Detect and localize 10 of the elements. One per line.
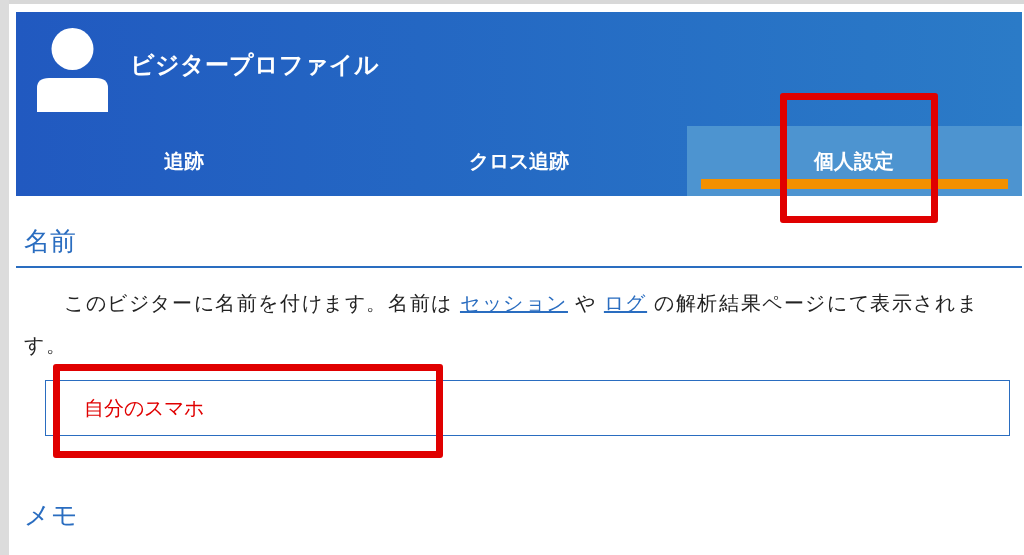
tab[interactable]: クロス追跡 xyxy=(351,126,687,196)
section-heading: メモ xyxy=(24,502,79,528)
tab[interactable]: 追跡 xyxy=(16,126,352,196)
section-heading: 名前 xyxy=(24,225,77,258)
tab[interactable]: 個人設定 xyxy=(686,126,1022,196)
description-text: このビジターに名前を付けます。名前は セッション や ログ の解析結果ページにて表示されます。 xyxy=(24,291,980,358)
name-input-field[interactable]: 自分のスマホ xyxy=(45,380,1010,436)
profile-title: ビジタープロファイル xyxy=(130,50,379,80)
link[interactable]: セッション xyxy=(459,292,568,314)
link[interactable]: ログ xyxy=(603,292,648,314)
